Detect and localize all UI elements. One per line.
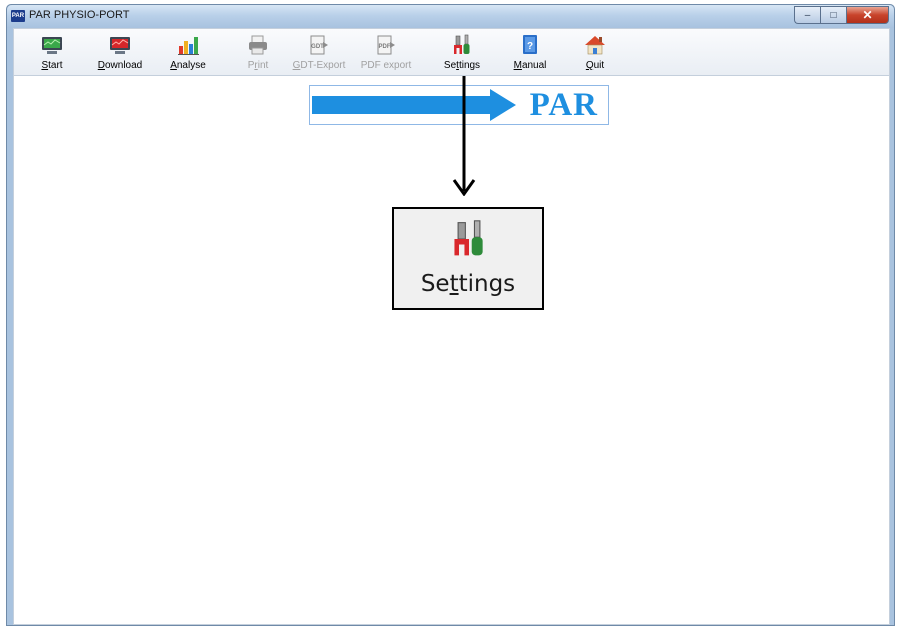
pdf-export-icon: PDF	[375, 34, 397, 56]
print-button[interactable]: Print	[238, 31, 278, 75]
gdt-badge-text: GDT	[311, 44, 324, 50]
download-label: Download	[98, 60, 143, 71]
pdf-export-button[interactable]: PDF PDF export	[358, 31, 414, 75]
settings-button[interactable]: Settings	[440, 31, 484, 75]
pdf-export-label: PDF export	[360, 60, 412, 71]
main-toolbar: Start Download Analyse Print GDT GDT-Exp…	[13, 28, 890, 76]
manual-button[interactable]: ? Manual	[510, 31, 550, 75]
par-logo-text: PAR	[529, 87, 598, 123]
start-button[interactable]: Start	[32, 31, 72, 75]
manual-question-mark: ?	[527, 41, 533, 52]
settings-callout: Settings	[392, 207, 544, 310]
minimize-button[interactable]: –	[794, 6, 820, 24]
start-label: Start	[41, 60, 62, 71]
manual-book-icon: ?	[519, 34, 541, 56]
pdf-badge-text: PDF	[379, 44, 391, 50]
maximize-button[interactable]: □	[820, 6, 846, 24]
callout-label-rest: tings	[458, 271, 516, 297]
start-label-rest: tart	[48, 60, 63, 71]
manual-label: Manual	[514, 60, 547, 71]
download-button[interactable]: Download	[92, 31, 148, 75]
quit-mnemonic: Q	[585, 60, 594, 71]
callout-settings-label: Settings	[394, 271, 542, 297]
gdt-export-label-rest: DT-Export	[300, 60, 346, 71]
quit-label: Quit	[586, 60, 604, 71]
callout-label-start: Se	[420, 271, 450, 297]
download-label-rest: ownload	[104, 60, 143, 71]
quit-button[interactable]: Quit	[578, 31, 612, 75]
callout-mnemonic: t	[449, 271, 459, 297]
app-window: PAR PAR PHYSIO-PORT – □ ✕ Start Download…	[6, 4, 895, 626]
monitor-green-icon	[41, 34, 63, 56]
analyse-button[interactable]: Analyse	[166, 31, 210, 75]
close-button[interactable]: ✕	[846, 6, 889, 24]
main-content-area: PAR Settings	[13, 76, 890, 625]
download-mnemonic: D	[97, 60, 105, 71]
pointer-arrow	[452, 76, 476, 196]
manual-mnemonic: M	[513, 60, 522, 71]
settings-label: Settings	[444, 60, 480, 71]
gdt-export-icon: GDT	[308, 34, 330, 56]
analyse-mnemonic: A	[170, 60, 177, 71]
window-controls: – □ ✕	[794, 6, 889, 24]
app-logo-icon: PAR	[11, 10, 25, 22]
tools-icon	[454, 220, 483, 256]
window-title: PAR PHYSIO-PORT	[29, 9, 130, 21]
gdt-export-button[interactable]: GDT GDT-Export	[290, 31, 348, 75]
analyse-label-rest: nalyse	[176, 60, 206, 71]
bar-chart-icon	[177, 34, 199, 56]
settings-label-rest: tings	[458, 60, 481, 71]
gdt-export-label: GDT-Export	[293, 60, 346, 71]
title-bar[interactable]: PAR PAR PHYSIO-PORT – □ ✕	[7, 5, 894, 28]
printer-icon	[247, 34, 269, 56]
print-label-rest: int	[257, 60, 269, 71]
quit-label-rest: uit	[593, 60, 605, 71]
manual-label-rest: anual	[521, 60, 547, 71]
home-exit-icon	[584, 34, 606, 56]
monitor-red-icon	[109, 34, 131, 56]
print-label: Print	[248, 60, 269, 71]
analyse-label: Analyse	[170, 60, 206, 71]
settings-label-start: Se	[443, 60, 457, 71]
tools-icon	[451, 34, 473, 56]
